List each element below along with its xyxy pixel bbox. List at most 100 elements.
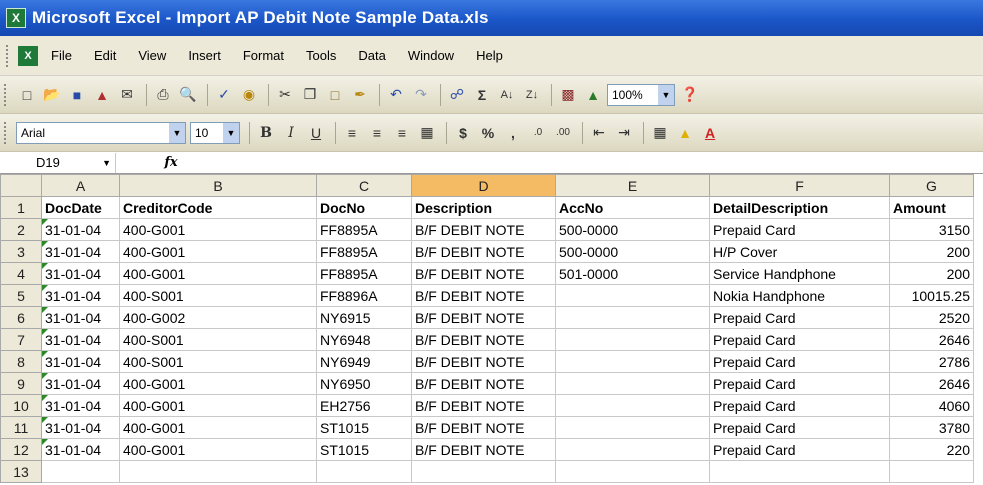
cell-docno[interactable]: DocNo [316, 196, 412, 219]
cell-docno[interactable]: NY6949 [316, 350, 412, 373]
name-box[interactable]: D19 ▼ [0, 152, 116, 173]
cell-accno[interactable] [555, 416, 710, 439]
cut-icon[interactable]: ✂ [274, 84, 296, 106]
paste-icon[interactable]: □ [324, 84, 346, 106]
row-header[interactable]: 5 [0, 284, 42, 307]
cell-description[interactable]: B/F DEBIT NOTE [411, 394, 556, 417]
cell-docdate[interactable]: 31-01-04 [41, 416, 120, 439]
cell-detaildescription[interactable]: Prepaid Card [709, 416, 890, 439]
menu-window[interactable]: Window [405, 46, 457, 65]
cell-accno[interactable] [555, 438, 710, 461]
column-header-d[interactable]: D [411, 174, 556, 197]
row-header[interactable]: 1 [0, 196, 42, 219]
cell-creditorcode[interactable] [119, 460, 317, 483]
spelling-icon[interactable]: ✓ [213, 84, 235, 106]
toolbar-grip[interactable] [4, 121, 8, 144]
row-header[interactable]: 6 [0, 306, 42, 329]
italic-icon[interactable]: I [280, 122, 302, 144]
cell-description[interactable]: B/F DEBIT NOTE [411, 306, 556, 329]
row-header[interactable]: 9 [0, 372, 42, 395]
cell-creditorcode[interactable]: 400-G001 [119, 416, 317, 439]
cell-accno[interactable] [555, 350, 710, 373]
menu-help[interactable]: Help [473, 46, 506, 65]
email-icon[interactable]: ✉ [116, 84, 138, 106]
menu-edit[interactable]: Edit [91, 46, 119, 65]
cell-amount[interactable]: 200 [889, 240, 974, 263]
row-header[interactable]: 13 [0, 460, 42, 483]
cell-description[interactable] [411, 460, 556, 483]
cell-creditorcode[interactable]: 400-G001 [119, 218, 317, 241]
row-header[interactable]: 4 [0, 262, 42, 285]
cell-docdate[interactable]: 31-01-04 [41, 328, 120, 351]
cell-docno[interactable]: FF8895A [316, 240, 412, 263]
cell-amount[interactable]: 10015.25 [889, 284, 974, 307]
cell-detaildescription[interactable]: Nokia Handphone [709, 284, 890, 307]
cell-creditorcode[interactable]: CreditorCode [119, 196, 317, 219]
new-icon[interactable]: □ [16, 84, 38, 106]
cell-docdate[interactable]: 31-01-04 [41, 218, 120, 241]
cell-docno[interactable]: EH2756 [316, 394, 412, 417]
hyperlink-icon[interactable]: ☍ [446, 84, 468, 106]
toolbar-grip[interactable] [6, 44, 10, 67]
print-preview-icon[interactable]: 🔍 [177, 84, 199, 106]
permission-icon[interactable]: ▲ [91, 84, 113, 106]
menu-insert[interactable]: Insert [185, 46, 224, 65]
font-name-combo[interactable]: Arial ▼ [16, 121, 186, 144]
cell-creditorcode[interactable]: 400-G002 [119, 306, 317, 329]
cell-accno[interactable] [555, 394, 710, 417]
cell-accno[interactable]: AccNo [555, 196, 710, 219]
cell-detaildescription[interactable]: Prepaid Card [709, 328, 890, 351]
cell-detaildescription[interactable]: Prepaid Card [709, 350, 890, 373]
cell-docdate[interactable]: 31-01-04 [41, 284, 120, 307]
column-header-c[interactable]: C [316, 174, 412, 197]
save-icon[interactable]: ■ [66, 84, 88, 106]
sort-ascending-icon[interactable]: A↓ [496, 84, 518, 106]
row-header[interactable]: 7 [0, 328, 42, 351]
cell-creditorcode[interactable]: 400-S001 [119, 350, 317, 373]
cell-docdate[interactable]: 31-01-04 [41, 306, 120, 329]
cell-amount[interactable]: 2520 [889, 306, 974, 329]
cell-docdate[interactable]: 31-01-04 [41, 240, 120, 263]
zoom-combo[interactable]: 100% ▼ [607, 83, 675, 106]
chart-wizard-icon[interactable]: ▩ [557, 84, 579, 106]
chevron-down-icon[interactable]: ▼ [658, 84, 674, 105]
cell-docno[interactable]: NY6948 [316, 328, 412, 351]
cell-creditorcode[interactable]: 400-G001 [119, 372, 317, 395]
column-header-a[interactable]: A [41, 174, 120, 197]
cell-detaildescription[interactable]: Prepaid Card [709, 306, 890, 329]
fill-color-icon[interactable]: ▲ [674, 122, 696, 144]
cell-detaildescription[interactable]: Service Handphone [709, 262, 890, 285]
cell-description[interactable]: B/F DEBIT NOTE [411, 240, 556, 263]
chevron-down-icon[interactable]: ▼ [102, 158, 111, 168]
comma-style-icon[interactable]: , [502, 122, 524, 144]
cell-creditorcode[interactable]: 400-G001 [119, 438, 317, 461]
cell-creditorcode[interactable]: 400-S001 [119, 328, 317, 351]
cell-description[interactable]: B/F DEBIT NOTE [411, 328, 556, 351]
cell-amount[interactable]: 2786 [889, 350, 974, 373]
borders-icon[interactable]: ▦ [649, 122, 671, 144]
help-icon[interactable]: ❓ [679, 84, 701, 106]
autosum-icon[interactable]: Σ [471, 84, 493, 106]
cell-detaildescription[interactable]: Prepaid Card [709, 372, 890, 395]
insert-function-icon[interactable]: fx [156, 155, 186, 170]
cell-docno[interactable] [316, 460, 412, 483]
cell-docdate[interactable]: 31-01-04 [41, 394, 120, 417]
menu-data[interactable]: Data [355, 46, 388, 65]
column-header-e[interactable]: E [555, 174, 710, 197]
row-header[interactable]: 8 [0, 350, 42, 373]
select-all-corner[interactable] [0, 174, 42, 197]
cell-amount[interactable]: 200 [889, 262, 974, 285]
cell-description[interactable]: B/F DEBIT NOTE [411, 416, 556, 439]
cell-detaildescription[interactable]: Prepaid Card [709, 438, 890, 461]
cell-accno[interactable] [555, 328, 710, 351]
bold-icon[interactable]: B [255, 122, 277, 144]
toolbar-grip[interactable] [4, 83, 8, 106]
decrease-indent-icon[interactable]: ⇤ [588, 122, 610, 144]
cell-amount[interactable]: 2646 [889, 372, 974, 395]
chevron-down-icon[interactable]: ▼ [169, 122, 185, 143]
cell-amount[interactable]: 220 [889, 438, 974, 461]
column-header-f[interactable]: F [709, 174, 890, 197]
underline-icon[interactable]: U [305, 122, 327, 144]
font-size-combo[interactable]: 10 ▼ [190, 121, 240, 144]
copy-icon[interactable]: ❐ [299, 84, 321, 106]
